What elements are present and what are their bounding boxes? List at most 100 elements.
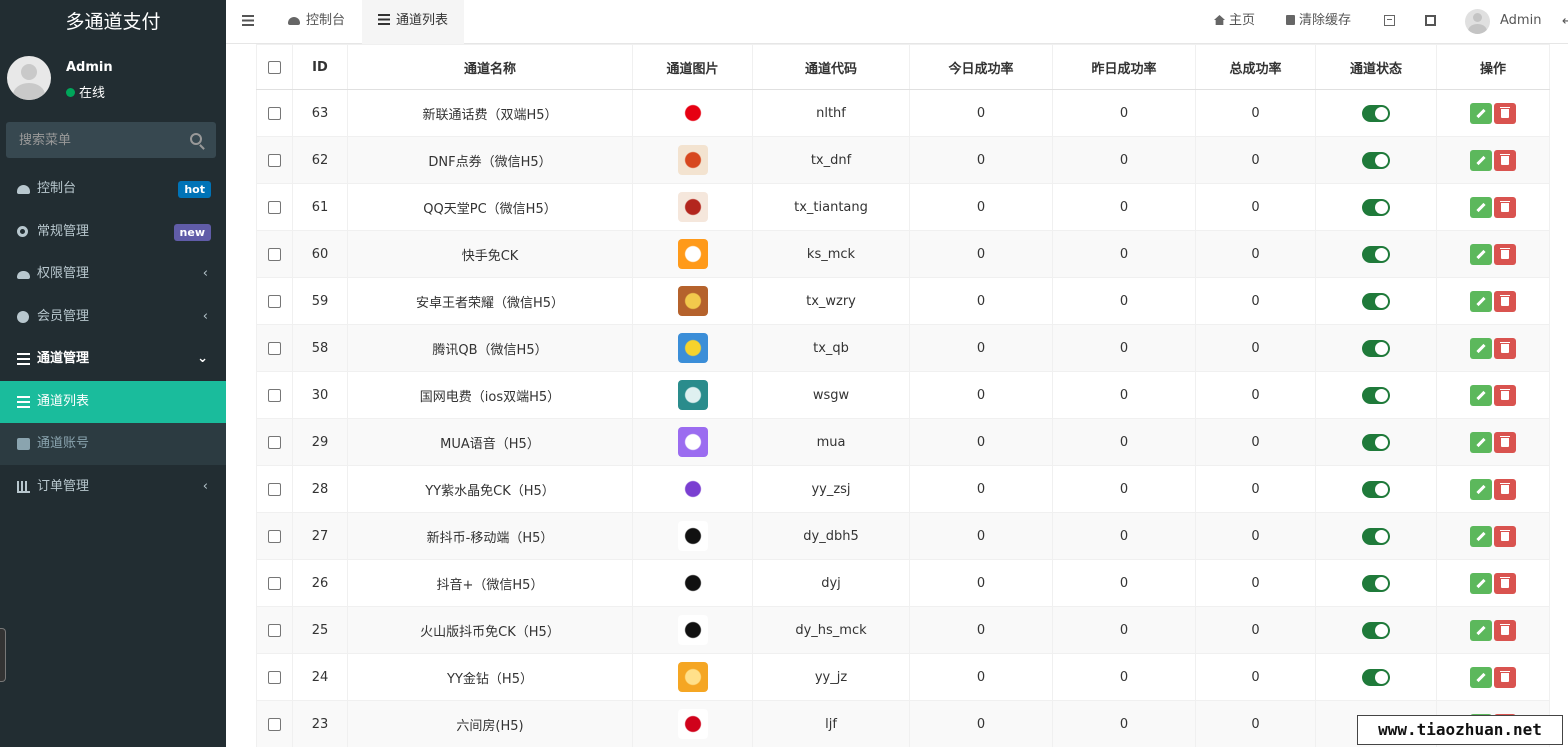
- fullscreen-icon[interactable]: [1425, 15, 1436, 26]
- sidebar-item-dashboard[interactable]: 控制台 hot: [0, 168, 226, 210]
- cell-yesterday: 0: [1052, 418, 1196, 466]
- state-grid-logo[interactable]: [677, 380, 708, 410]
- unicom-logo[interactable]: [677, 98, 708, 128]
- wzry-logo[interactable]: [677, 286, 708, 316]
- sidebar-item-general[interactable]: 常规管理 new: [0, 211, 226, 253]
- row-checkbox[interactable]: [268, 670, 281, 684]
- status-toggle[interactable]: [1362, 480, 1390, 498]
- dnf-logo[interactable]: [677, 145, 708, 175]
- cell-total: 0: [1195, 230, 1316, 278]
- sidebar-item-members[interactable]: 会员管理 ‹: [0, 296, 226, 338]
- tiantang-logo[interactable]: [677, 192, 708, 222]
- liujianfang-logo[interactable]: [677, 709, 708, 739]
- select-all-checkbox[interactable]: [268, 60, 281, 74]
- delete-button[interactable]: [1494, 196, 1516, 218]
- delete-button[interactable]: [1494, 290, 1516, 312]
- edit-button[interactable]: [1470, 196, 1492, 218]
- delete-button[interactable]: [1494, 337, 1516, 359]
- status-toggle[interactable]: [1362, 433, 1390, 451]
- tab-channel-list[interactable]: 通道列表: [362, 0, 465, 44]
- column-header[interactable]: 总成功率: [1195, 44, 1316, 90]
- delete-button[interactable]: [1494, 478, 1516, 500]
- search-icon[interactable]: [190, 133, 202, 145]
- edit-button[interactable]: [1470, 102, 1492, 124]
- row-checkbox[interactable]: [268, 200, 281, 214]
- delete-button[interactable]: [1494, 243, 1516, 265]
- qq-logo[interactable]: [677, 333, 708, 363]
- edit-button[interactable]: [1470, 572, 1492, 594]
- status-toggle[interactable]: [1362, 339, 1390, 357]
- menu-toggle-icon[interactable]: [242, 15, 254, 26]
- delete-button[interactable]: [1494, 431, 1516, 453]
- row-checkbox[interactable]: [268, 482, 281, 496]
- edit-button[interactable]: [1470, 290, 1492, 312]
- cell-today: 0: [909, 183, 1053, 231]
- row-checkbox[interactable]: [268, 623, 281, 637]
- row-checkbox[interactable]: [268, 529, 281, 543]
- row-checkbox[interactable]: [268, 576, 281, 590]
- edit-button[interactable]: [1470, 149, 1492, 171]
- delete-button[interactable]: [1494, 384, 1516, 406]
- status-toggle[interactable]: [1362, 245, 1390, 263]
- edit-button[interactable]: [1470, 337, 1492, 359]
- delete-button[interactable]: [1494, 102, 1516, 124]
- edit-button[interactable]: [1470, 478, 1492, 500]
- home-link[interactable]: 主页: [1214, 0, 1255, 44]
- edit-button[interactable]: [1470, 243, 1492, 265]
- column-header[interactable]: 通道名称: [347, 44, 633, 90]
- row-checkbox[interactable]: [268, 388, 281, 402]
- status-toggle[interactable]: [1362, 621, 1390, 639]
- status-toggle[interactable]: [1362, 151, 1390, 169]
- douyin-logo[interactable]: [677, 521, 708, 551]
- column-header[interactable]: 今日成功率: [909, 44, 1053, 90]
- status-toggle[interactable]: [1362, 668, 1390, 686]
- edit-button[interactable]: [1470, 666, 1492, 688]
- sidebar-item-channels[interactable]: 通道管理 ⌄: [0, 338, 226, 380]
- column-header[interactable]: ID: [292, 44, 348, 90]
- cell-id: 63: [292, 89, 348, 137]
- row-checkbox[interactable]: [268, 341, 281, 355]
- crystal-logo[interactable]: [677, 474, 708, 504]
- status-toggle[interactable]: [1362, 574, 1390, 592]
- diamond-logo[interactable]: [677, 662, 708, 692]
- status-toggle[interactable]: [1362, 292, 1390, 310]
- admin-menu[interactable]: Admin: [1500, 0, 1541, 42]
- status-toggle[interactable]: [1362, 386, 1390, 404]
- avatar[interactable]: [1465, 9, 1490, 34]
- douyin-plus-logo[interactable]: [677, 568, 708, 598]
- column-header[interactable]: 昨日成功率: [1052, 44, 1196, 90]
- arrow-left-icon[interactable]: ←: [1562, 14, 1568, 29]
- column-header[interactable]: 通道代码: [752, 44, 910, 90]
- edit-button[interactable]: [1470, 619, 1492, 641]
- status-toggle[interactable]: [1362, 104, 1390, 122]
- sidebar-item-auth[interactable]: 权限管理 ‹: [0, 253, 226, 295]
- status-toggle[interactable]: [1362, 527, 1390, 545]
- side-handle[interactable]: [0, 628, 6, 682]
- translate-icon[interactable]: [1384, 15, 1395, 26]
- clear-cache-button[interactable]: 清除缓存: [1286, 0, 1351, 44]
- delete-button[interactable]: [1494, 149, 1516, 171]
- sidebar-item-channel-list[interactable]: 通道列表: [0, 381, 226, 423]
- delete-button[interactable]: [1494, 572, 1516, 594]
- sidebar-item-orders[interactable]: 订单管理 ‹: [0, 466, 226, 508]
- row-checkbox[interactable]: [268, 106, 281, 120]
- kuaishou-logo[interactable]: [677, 239, 708, 269]
- status-toggle[interactable]: [1362, 198, 1390, 216]
- edit-button[interactable]: [1470, 431, 1492, 453]
- edit-button[interactable]: [1470, 525, 1492, 547]
- search-input[interactable]: [6, 122, 176, 158]
- tab-dashboard[interactable]: 控制台: [272, 0, 361, 44]
- row-checkbox[interactable]: [268, 153, 281, 167]
- row-checkbox[interactable]: [268, 294, 281, 308]
- row-checkbox[interactable]: [268, 717, 281, 731]
- row-checkbox[interactable]: [268, 435, 281, 449]
- delete-button[interactable]: [1494, 525, 1516, 547]
- sidebar-item-channel-accounts[interactable]: 通道账号: [0, 423, 226, 465]
- edit-button[interactable]: [1470, 384, 1492, 406]
- row-checkbox[interactable]: [268, 247, 281, 261]
- douyin-logo[interactable]: [677, 615, 708, 645]
- delete-button[interactable]: [1494, 619, 1516, 641]
- brand-title[interactable]: 多通道支付: [0, 0, 226, 44]
- mua-logo[interactable]: [677, 427, 708, 457]
- delete-button[interactable]: [1494, 666, 1516, 688]
